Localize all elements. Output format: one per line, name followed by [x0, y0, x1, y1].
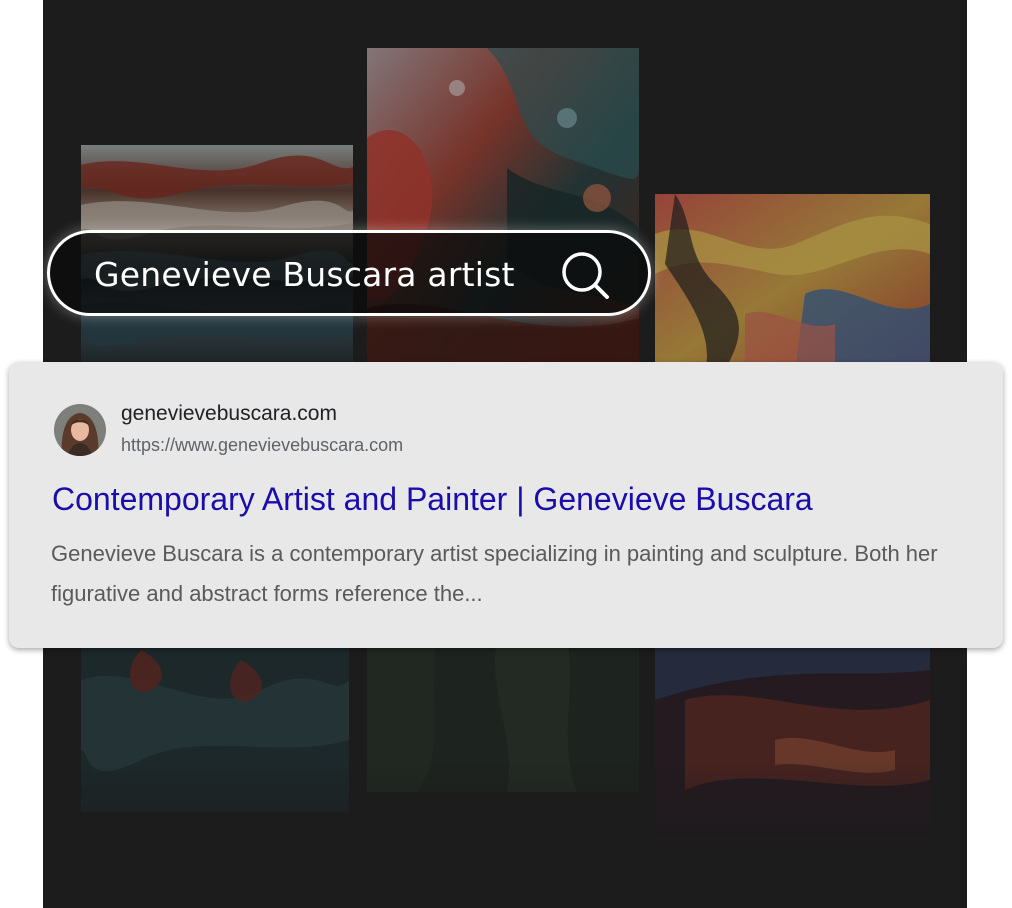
gallery-fade — [43, 760, 967, 908]
result-title-link[interactable]: Contemporary Artist and Painter | Genevi… — [52, 481, 813, 518]
result-url[interactable]: https://www.genevievebuscara.com — [121, 435, 403, 456]
search-bar[interactable]: Genevieve Buscara artist — [47, 230, 651, 316]
page: Genevieve Buscara artist genevievebuscar… — [0, 0, 1012, 908]
search-result-card: genevievebuscara.com https://www.genevie… — [9, 362, 1003, 648]
search-icon[interactable] — [560, 250, 612, 302]
artwork-image — [655, 194, 930, 370]
avatar — [54, 404, 106, 456]
result-snippet: Genevieve Buscara is a contemporary arti… — [51, 541, 938, 606]
artwork-tile-fluid-red — [367, 48, 639, 370]
result-site-name: genevievebuscara.com — [121, 402, 337, 425]
avatar-image — [54, 404, 106, 456]
artwork-image — [367, 48, 639, 370]
artwork-tile-fluid-orange — [655, 194, 930, 370]
search-input[interactable]: Genevieve Buscara artist — [94, 255, 515, 294]
